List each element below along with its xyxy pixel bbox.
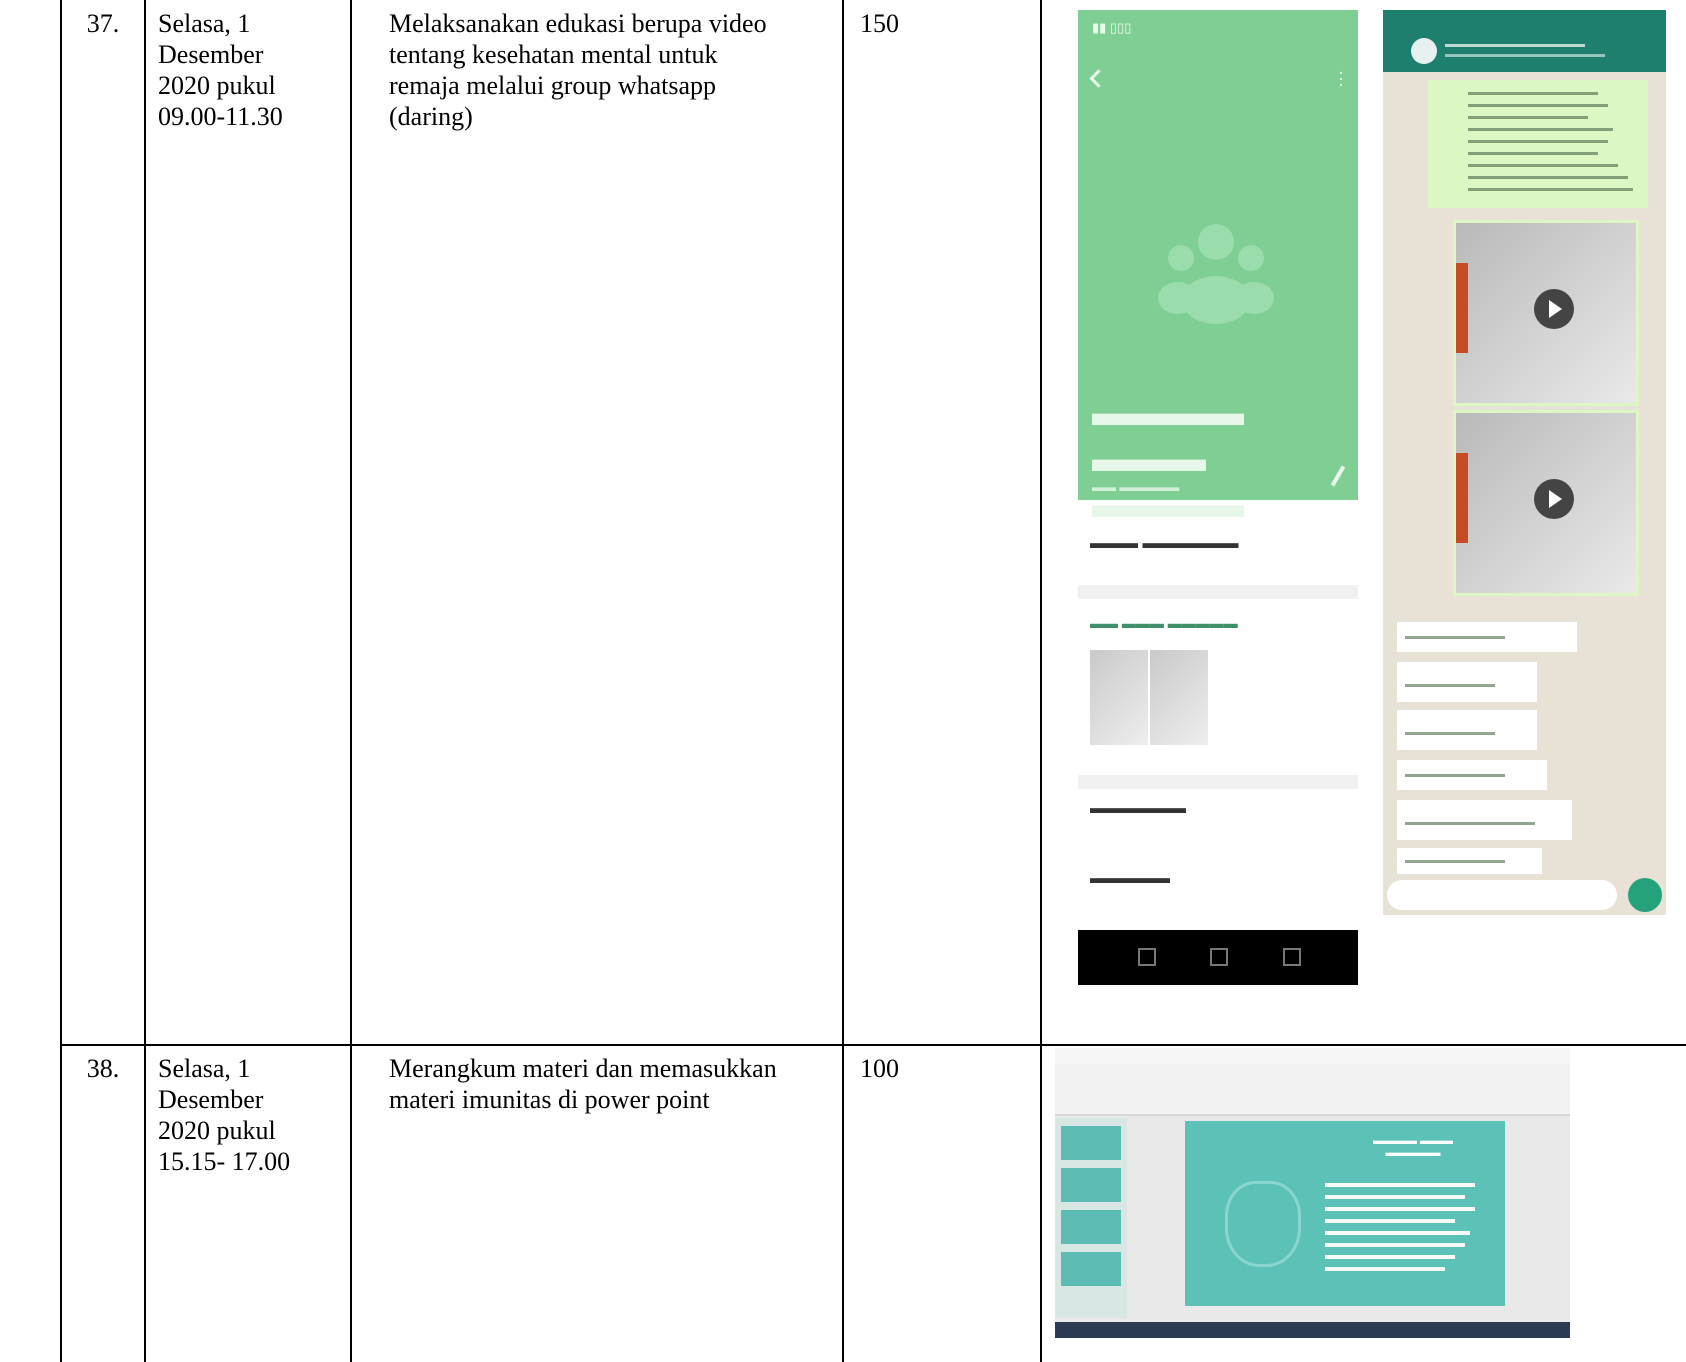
table-border-left: [60, 0, 62, 1362]
current-slide: ▬▬▬▬ ▬▬▬ ▬▬▬▬▬: [1185, 1121, 1505, 1306]
add-description-row: ▬▬▬ ▬▬▬▬▬▬: [1090, 535, 1239, 552]
group-name-blurred: ▬▬▬▬ ▬▬▬ ▬▬▬▬: [1092, 392, 1244, 526]
video-message: [1453, 410, 1639, 596]
slide-thumbnails-panel: [1055, 1118, 1127, 1318]
table-row-38-date: Selasa, 1 Desember 2020 pukul 15.15- 17.…: [158, 1054, 291, 1176]
group-subtitle-blurred: ▬▬ ▬▬▬▬▬: [1092, 480, 1180, 494]
status-bar-icon: ▮▮ ▯▯▯: [1092, 20, 1132, 35]
play-icon: [1534, 479, 1574, 519]
reply-message: [1397, 710, 1537, 750]
video-message: [1453, 220, 1639, 406]
chat-header: [1383, 10, 1666, 72]
slide-title-blurred: ▬▬▬▬ ▬▬▬ ▬▬▬▬▬: [1372, 1135, 1454, 1159]
reply-message: [1397, 622, 1577, 652]
table-border-col5: [1040, 0, 1042, 1362]
table-row-37-activity: Melaksanakan edukasi berupa video tentan…: [389, 9, 767, 131]
windows-taskbar: [1055, 1322, 1570, 1338]
recent-apps-icon: [1138, 948, 1156, 966]
reply-message: [1397, 760, 1547, 790]
section-separator: [1078, 585, 1358, 599]
table-border-col2: [144, 0, 146, 1362]
chat-title-blurred: [1445, 44, 1585, 47]
section-separator: [1078, 775, 1358, 789]
table-row-38-activity: Merangkum materi dan memasukkan materi i…: [389, 1054, 777, 1114]
home-icon: [1210, 948, 1228, 966]
chat-members-blurred: [1445, 54, 1605, 57]
table-row-37-date: Selasa, 1 Desember 2020 pukul 09.00-11.3…: [158, 9, 283, 131]
window-titlebar: [1055, 1048, 1570, 1064]
table-row-37-minutes: 150: [860, 9, 899, 38]
microphone-icon: [1628, 878, 1662, 912]
group-avatar-icon: [1158, 224, 1274, 324]
ribbon-toolbar: [1055, 1064, 1570, 1116]
media-label-blurred: ▬▬ ▬▬▬ ▬▬▬▬▬: [1090, 615, 1238, 631]
group-avatar-icon: [1411, 38, 1437, 64]
reply-message: [1397, 662, 1537, 702]
text-message-bubble: [1428, 80, 1648, 208]
reply-message: [1397, 800, 1572, 840]
group-header: ▮▮ ▯▯▯ · · · ▬▬▬▬ ▬▬▬ ▬▬▬▬ ▬▬ ▬▬▬▬▬: [1078, 10, 1358, 526]
back-arrow-icon: [1089, 69, 1108, 88]
slide-decoration-icon: [1225, 1181, 1301, 1267]
media-thumbnail: [1090, 650, 1148, 745]
activity-table: 37. Selasa, 1 Desember 2020 pukul 09.00-…: [0, 0, 1686, 1362]
whatsapp-chat-screenshot: [1383, 10, 1666, 915]
more-menu-icon: · · ·: [1338, 63, 1344, 95]
table-border-col4: [842, 0, 844, 1362]
custom-notifications-row: ▬▬▬▬▬: [1090, 870, 1170, 887]
table-row-37-number: 37.: [86, 9, 120, 38]
message-compose-field: [1387, 880, 1617, 910]
reply-message: [1397, 848, 1542, 874]
table-row-38-number: 38.: [86, 1054, 120, 1083]
play-icon: [1534, 289, 1574, 329]
back-icon: [1283, 948, 1301, 966]
android-navbar: [1078, 930, 1358, 985]
table-border-col3: [350, 0, 352, 1362]
powerpoint-screenshot: ▬▬▬▬ ▬▬▬ ▬▬▬▬▬: [1055, 1048, 1570, 1338]
media-thumbnail: [1150, 650, 1208, 745]
whatsapp-group-info-screenshot: ▮▮ ▯▯▯ · · · ▬▬▬▬ ▬▬▬ ▬▬▬▬ ▬▬ ▬▬▬▬▬ ▬▬▬ ▬▬▬…: [1078, 10, 1358, 985]
row-divider: [60, 1044, 1686, 1046]
mute-row: ▬▬▬▬▬▬: [1090, 800, 1186, 817]
table-row-38-minutes: 100: [860, 1054, 899, 1083]
